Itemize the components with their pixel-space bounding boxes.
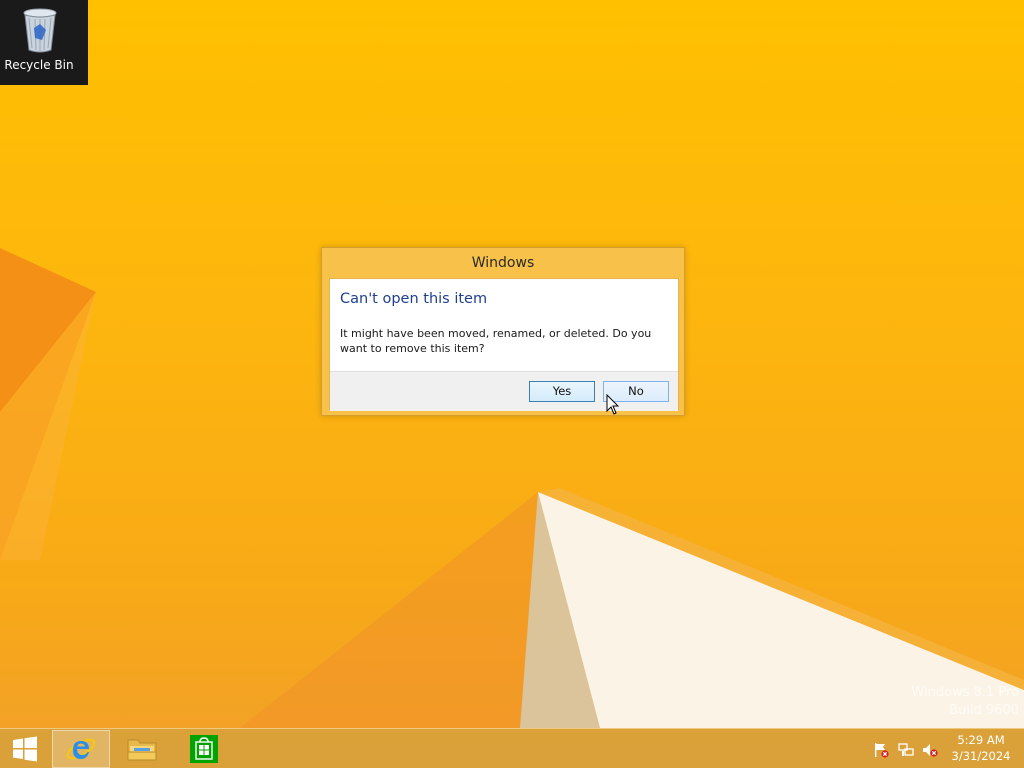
taskbar-clock[interactable]: 5:29 AM 3/31/2024: [946, 732, 1016, 764]
dialog-message: It might have been moved, renamed, or de…: [340, 327, 652, 355]
recycle-bin-label: Recycle Bin: [4, 58, 74, 72]
windows-logo-icon: [13, 736, 37, 762]
taskbar-file-explorer[interactable]: [112, 730, 172, 768]
file-explorer-icon: [127, 739, 157, 761]
taskbar-store[interactable]: [174, 730, 234, 768]
watermark-build: Build 9600: [949, 703, 1019, 718]
clock-time: 5:29 AM: [957, 733, 1005, 747]
dialog-button-bar: Yes No: [330, 371, 678, 411]
yes-button[interactable]: Yes: [529, 381, 595, 402]
volume-muted-icon[interactable]: [922, 742, 938, 758]
clock-date: 3/31/2024: [951, 749, 1011, 763]
recycle-bin-shortcut[interactable]: Recycle Bin: [0, 0, 88, 85]
internet-explorer-icon: [66, 738, 96, 760]
start-button[interactable]: [0, 730, 50, 768]
mouse-pointer-icon: [606, 394, 620, 415]
watermark-edition: Windows 8.1 Pro: [911, 685, 1019, 700]
network-icon[interactable]: [898, 742, 914, 758]
action-center-flag-icon[interactable]: [873, 742, 889, 758]
taskbar-internet-explorer[interactable]: [52, 730, 110, 768]
cant-open-item-dialog: Windows Can't open this item It might ha…: [321, 247, 685, 416]
recycle-bin-icon: [23, 8, 57, 53]
dialog-heading: Can't open this item: [340, 291, 488, 307]
windows-version-watermark: Windows 8.1 Pro Build 9600: [911, 684, 1019, 720]
store-icon: [190, 735, 218, 763]
taskbar: 5:29 AM 3/31/2024: [0, 728, 1024, 768]
dialog-title[interactable]: Windows: [322, 248, 684, 278]
dialog-content: Can't open this item It might have been …: [329, 278, 679, 411]
desktop: Recycle Bin Windows 8.1 Pro Build 9600 W…: [0, 0, 1024, 768]
